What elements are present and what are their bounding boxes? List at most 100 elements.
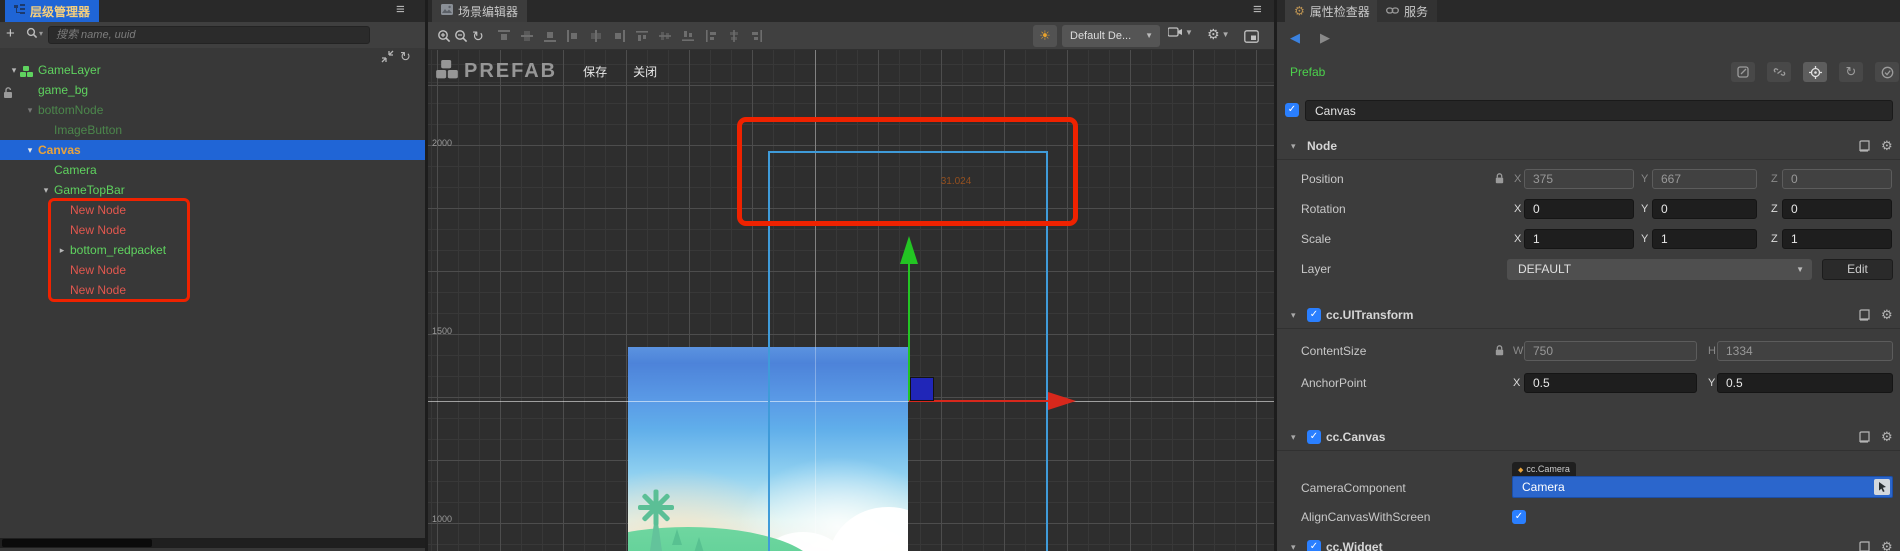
distribute-top-icon[interactable] xyxy=(632,26,652,46)
tab-hierarchy[interactable]: 层级管理器 xyxy=(5,0,100,22)
align-left-icon[interactable] xyxy=(563,26,583,46)
section-header-node[interactable]: ▾ Node ⚙ xyxy=(1277,135,1900,159)
caret-down-icon[interactable]: ▾ xyxy=(24,140,36,160)
anchorpoint-x-input[interactable] xyxy=(1524,373,1697,393)
align-bottom-icon[interactable] xyxy=(540,26,560,46)
history-back-icon[interactable]: ◀ xyxy=(1290,30,1300,46)
tree-row-gametopbar[interactable]: ▾ GameTopBar xyxy=(0,180,425,200)
position-z-input[interactable] xyxy=(1782,169,1892,189)
gear-icon[interactable]: ⚙ xyxy=(1881,307,1893,323)
tab-inspector[interactable]: ⚙ 属性检查器 xyxy=(1285,0,1379,22)
close-button[interactable]: 关闭 xyxy=(633,63,657,80)
contentsize-w-input[interactable] xyxy=(1524,341,1697,361)
scale-y-input[interactable] xyxy=(1652,229,1757,249)
rotation-x-input[interactable] xyxy=(1524,199,1634,219)
tree-row-imagebutton[interactable]: ImageButton xyxy=(0,120,425,140)
search-input[interactable] xyxy=(48,26,370,44)
save-button[interactable]: 保存 xyxy=(583,63,607,80)
position-y-input[interactable] xyxy=(1652,169,1757,189)
caret-down-icon[interactable]: ▾ xyxy=(8,60,20,80)
position-x-input[interactable] xyxy=(1524,169,1634,189)
align-middle-icon[interactable] xyxy=(517,26,537,46)
gear-icon[interactable]: ⚙ xyxy=(1881,429,1893,445)
tree-row-new-node-4[interactable]: New Node xyxy=(0,280,425,300)
section-header-widget[interactable]: ▾ ✓ cc.Widget ⚙ xyxy=(1277,536,1900,551)
rotation-z-input[interactable] xyxy=(1782,199,1892,219)
gizmo-x-arrow-icon[interactable] xyxy=(1048,392,1076,410)
fit-canvas-icon[interactable] xyxy=(1241,26,1261,46)
scene-menu-icon[interactable]: ≡ xyxy=(1253,1,1262,18)
gizmo-mode-dropdown[interactable]: Default De... ▼ xyxy=(1062,25,1160,47)
component-enabled-checkbox[interactable]: ✓ xyxy=(1307,308,1321,322)
align-right-icon[interactable] xyxy=(609,26,629,46)
lock-icon[interactable] xyxy=(1495,173,1504,187)
tab-service[interactable]: 服务 xyxy=(1377,0,1438,22)
aligncanvas-checkbox[interactable]: ✓ xyxy=(1512,510,1526,524)
caret-down-icon[interactable]: ▾ xyxy=(24,100,36,120)
caret-down-icon[interactable]: ▾ xyxy=(40,180,52,200)
help-book-icon[interactable] xyxy=(1858,309,1871,325)
align-top-icon[interactable] xyxy=(494,26,514,46)
hierarchy-hscrollbar[interactable] xyxy=(0,538,425,548)
distribute-bottom-icon[interactable] xyxy=(678,26,698,46)
hierarchy-menu-icon[interactable]: ≡ xyxy=(396,1,405,18)
distribute-middle-icon[interactable] xyxy=(655,26,675,46)
component-enabled-checkbox[interactable]: ✓ xyxy=(1307,430,1321,444)
tree-row-new-node-1[interactable]: New Node xyxy=(0,200,425,220)
help-book-icon[interactable] xyxy=(1858,140,1871,156)
gear-icon[interactable]: ⚙ xyxy=(1881,138,1893,154)
rotation-y-input[interactable] xyxy=(1652,199,1757,219)
section-header-uitransform[interactable]: ▾ ✓ cc.UITransform ⚙ xyxy=(1277,304,1900,328)
reset-view-icon[interactable]: ↻ xyxy=(468,26,488,46)
lock-icon[interactable] xyxy=(1495,345,1504,359)
search-filter-dropdown[interactable]: ▾ xyxy=(26,27,43,39)
contentsize-h-input[interactable] xyxy=(1717,341,1893,361)
help-book-icon[interactable] xyxy=(1858,431,1871,447)
node-picker-icon[interactable] xyxy=(1874,479,1890,495)
prefab-revert-button[interactable]: ↻ xyxy=(1839,62,1863,82)
help-book-icon[interactable] xyxy=(1858,541,1871,551)
scene-viewport[interactable]: PREFAB 保存 关闭 2000 1500 1000 31.024 xyxy=(428,50,1274,551)
scene-settings-dropdown[interactable]: ⚙ ▼ xyxy=(1207,26,1229,43)
layer-edit-button[interactable]: Edit xyxy=(1822,259,1893,280)
layer-dropdown[interactable]: DEFAULT ▼ xyxy=(1507,259,1812,280)
gizmo-xy-plane-handle[interactable] xyxy=(910,377,934,401)
history-forward-icon[interactable]: ▶ xyxy=(1320,30,1330,46)
section-header-canvas[interactable]: ▾ ✓ cc.Canvas ⚙ xyxy=(1277,426,1900,450)
tree-row-bottomnode[interactable]: ▾ bottomNode xyxy=(0,100,425,120)
add-node-button[interactable]: + xyxy=(6,25,15,42)
tab-scene-editor[interactable]: 场景编辑器 xyxy=(432,0,528,22)
prefab-locate-button[interactable] xyxy=(1803,62,1827,82)
tree-row-new-node-3[interactable]: New Node xyxy=(0,260,425,280)
anchorpoint-y-input[interactable] xyxy=(1717,373,1893,393)
component-enabled-checkbox[interactable]: ✓ xyxy=(1307,540,1321,551)
gizmo-y-arrow-icon[interactable] xyxy=(900,236,918,264)
node-name-input[interactable] xyxy=(1305,100,1893,121)
prefab-unlink-button[interactable] xyxy=(1767,62,1791,82)
hscrollbar-thumb[interactable] xyxy=(2,539,152,547)
gizmo-light-toggle[interactable]: ☀ xyxy=(1033,25,1057,47)
prefab-apply-button[interactable] xyxy=(1875,62,1899,82)
camera-component-field[interactable]: Camera xyxy=(1512,476,1893,498)
ruler-tick-2000: 2000 xyxy=(432,138,453,148)
distribute-right-icon[interactable] xyxy=(747,26,767,46)
axis-x-label: X xyxy=(1514,173,1522,185)
distribute-center-icon[interactable] xyxy=(724,26,744,46)
gear-icon[interactable]: ⚙ xyxy=(1881,539,1893,551)
caret-right-icon[interactable]: ▸ xyxy=(56,240,68,260)
prefab-edit-button[interactable] xyxy=(1731,62,1755,82)
tree-row-canvas[interactable]: ▾ Canvas xyxy=(0,140,425,160)
tree-row-new-node-2[interactable]: New Node xyxy=(0,220,425,240)
tree-row-bottom-redpacket[interactable]: ▸ bottom_redpacket xyxy=(0,240,425,260)
camera-view-dropdown[interactable]: ▼ xyxy=(1168,26,1193,38)
tree-row-camera[interactable]: Camera xyxy=(0,160,425,180)
tree-row-gamelayer[interactable]: ▾ GameLayer xyxy=(0,60,425,80)
scale-x-input[interactable] xyxy=(1524,229,1634,249)
tree-row-game-bg[interactable]: game_bg xyxy=(0,80,425,100)
scale-z-input[interactable] xyxy=(1782,229,1892,249)
node-active-checkbox[interactable]: ✓ xyxy=(1285,103,1299,117)
align-center-icon[interactable] xyxy=(586,26,606,46)
axis-y-label: Y xyxy=(1708,377,1716,389)
axis-y-label: Y xyxy=(1641,233,1649,245)
distribute-left-icon[interactable] xyxy=(701,26,721,46)
